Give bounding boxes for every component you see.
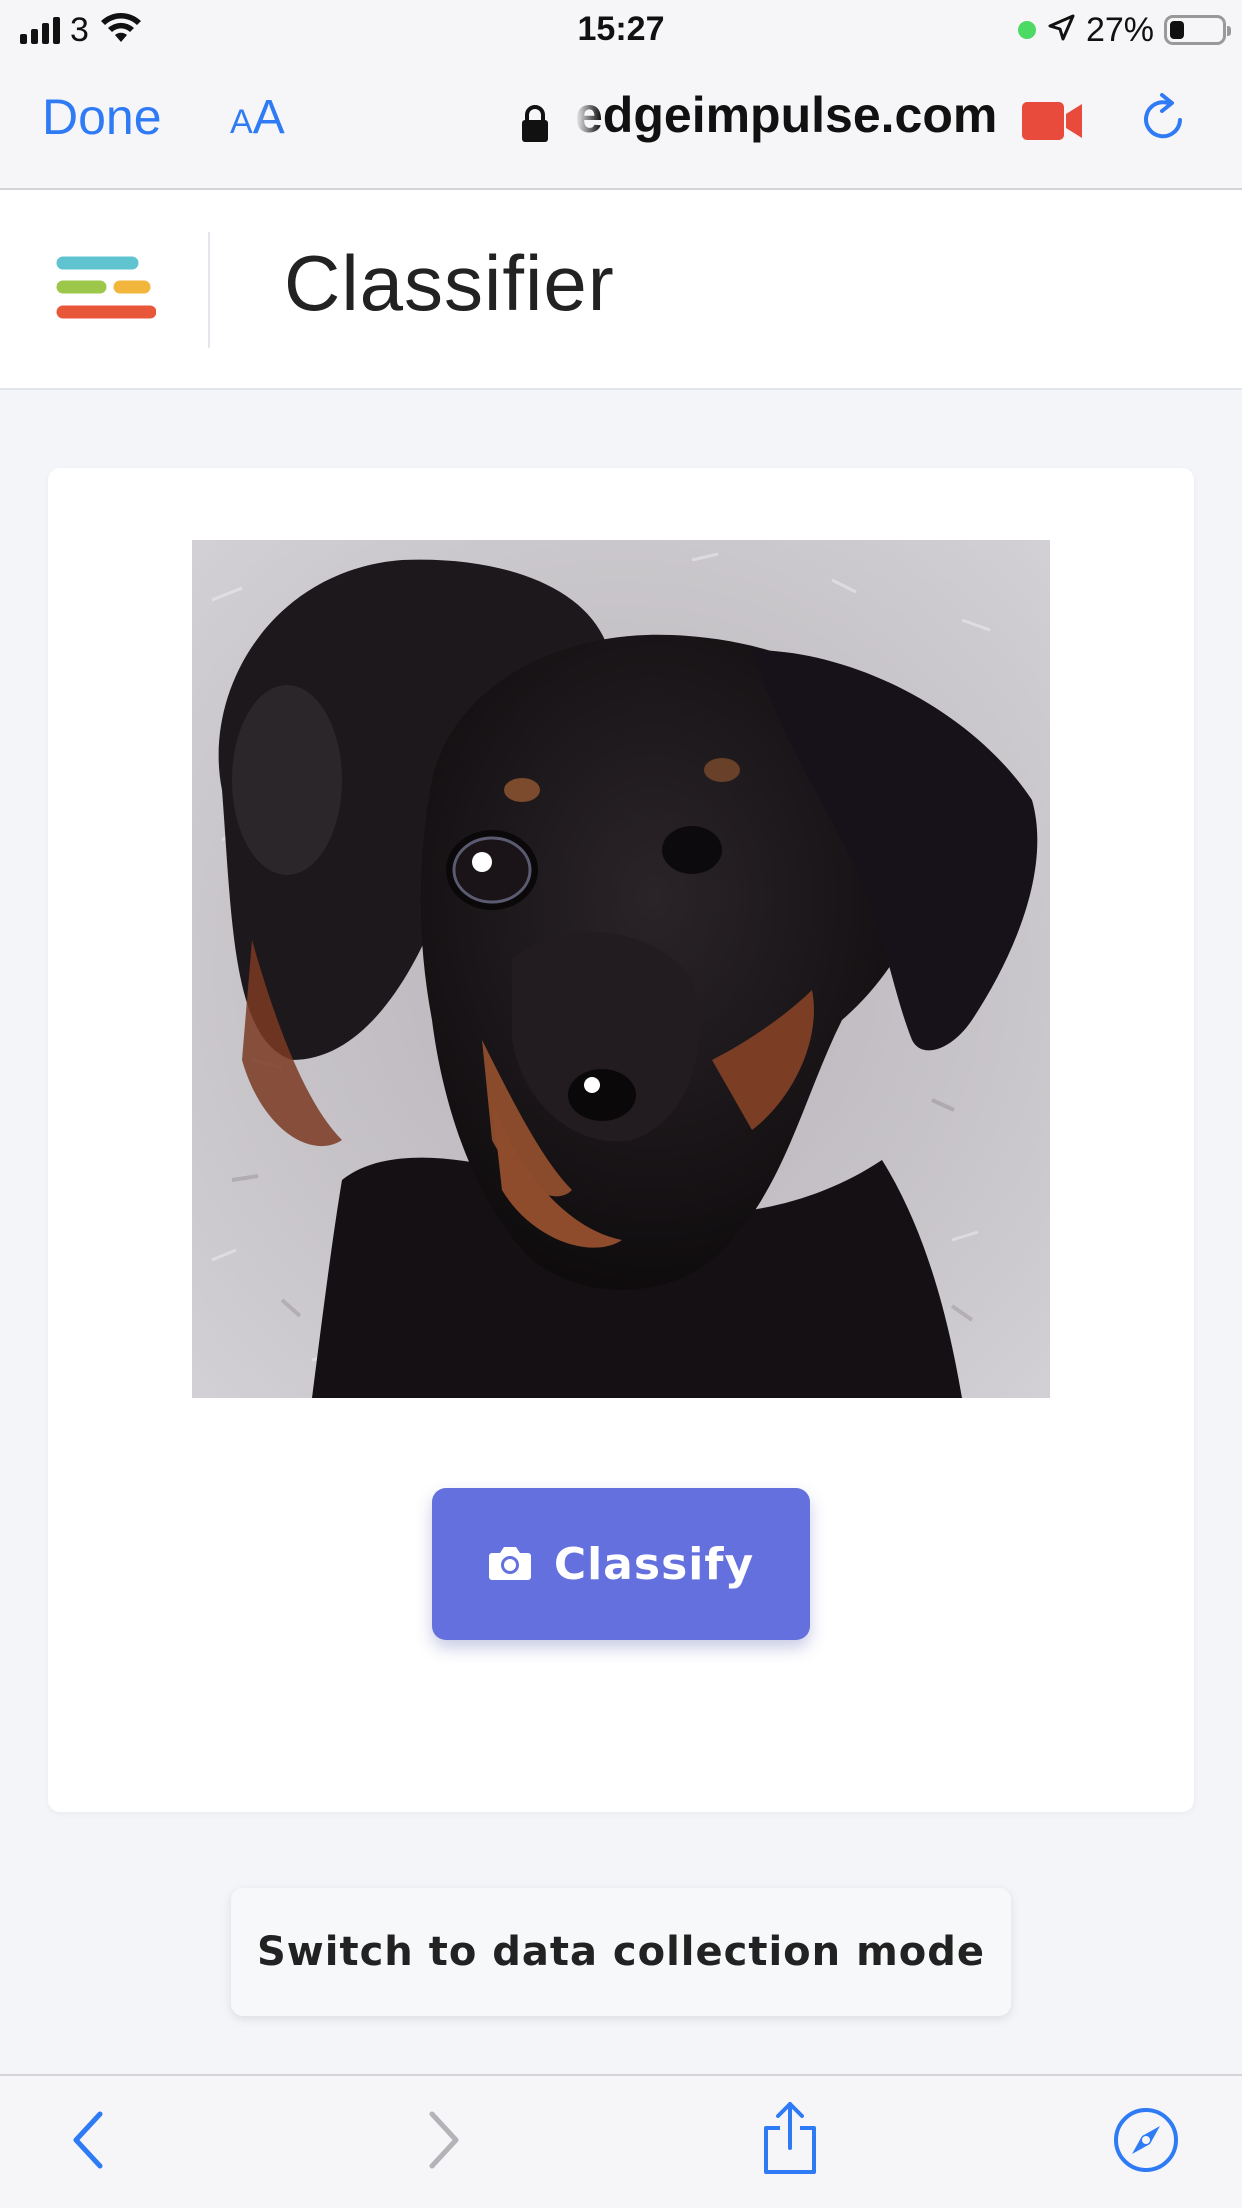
reload-icon[interactable] bbox=[1136, 90, 1192, 150]
page-title: Classifier bbox=[284, 239, 615, 327]
browser-toolbar: Done AA edgeimpulse.com bbox=[0, 62, 1242, 190]
location-arrow-icon bbox=[1046, 13, 1076, 47]
done-button[interactable]: Done bbox=[42, 88, 162, 146]
back-icon[interactable] bbox=[68, 2108, 108, 2176]
classify-button-label: Classify bbox=[553, 1538, 755, 1590]
text-size-small-glyph: A bbox=[230, 103, 253, 141]
lock-icon bbox=[520, 104, 550, 148]
app-header: Classifier bbox=[0, 190, 1242, 390]
camera-in-use-indicator bbox=[1017, 21, 1036, 39]
camera-preview-image bbox=[192, 540, 1050, 1398]
switch-mode-label: Switch to data collection mode bbox=[257, 1929, 985, 1975]
menu-logo-icon[interactable] bbox=[54, 254, 157, 332]
status-right: 27% bbox=[1017, 10, 1231, 50]
forward-icon[interactable] bbox=[424, 2108, 464, 2176]
battery-icon bbox=[1164, 15, 1231, 45]
camera-recording-icon[interactable] bbox=[1020, 100, 1084, 146]
browser-bottom-bar bbox=[0, 2074, 1242, 2208]
share-icon[interactable] bbox=[760, 2100, 820, 2180]
classify-button[interactable]: Classify bbox=[432, 1488, 810, 1640]
status-bar: 3 15:27 27% bbox=[0, 0, 1242, 62]
text-size-button[interactable]: AA bbox=[230, 90, 285, 145]
header-divider bbox=[208, 232, 210, 348]
compass-icon[interactable] bbox=[1112, 2106, 1180, 2178]
camera-icon bbox=[488, 1543, 532, 1585]
classifier-card: Classify bbox=[48, 468, 1194, 1812]
switch-to-data-collection-button[interactable]: Switch to data collection mode bbox=[231, 1888, 1011, 2016]
address-bar-url[interactable]: edgeimpulse.com bbox=[575, 86, 995, 144]
battery-percent: 27% bbox=[1085, 10, 1154, 49]
battery-fill bbox=[1170, 21, 1184, 39]
text-size-large-glyph: A bbox=[252, 91, 285, 144]
